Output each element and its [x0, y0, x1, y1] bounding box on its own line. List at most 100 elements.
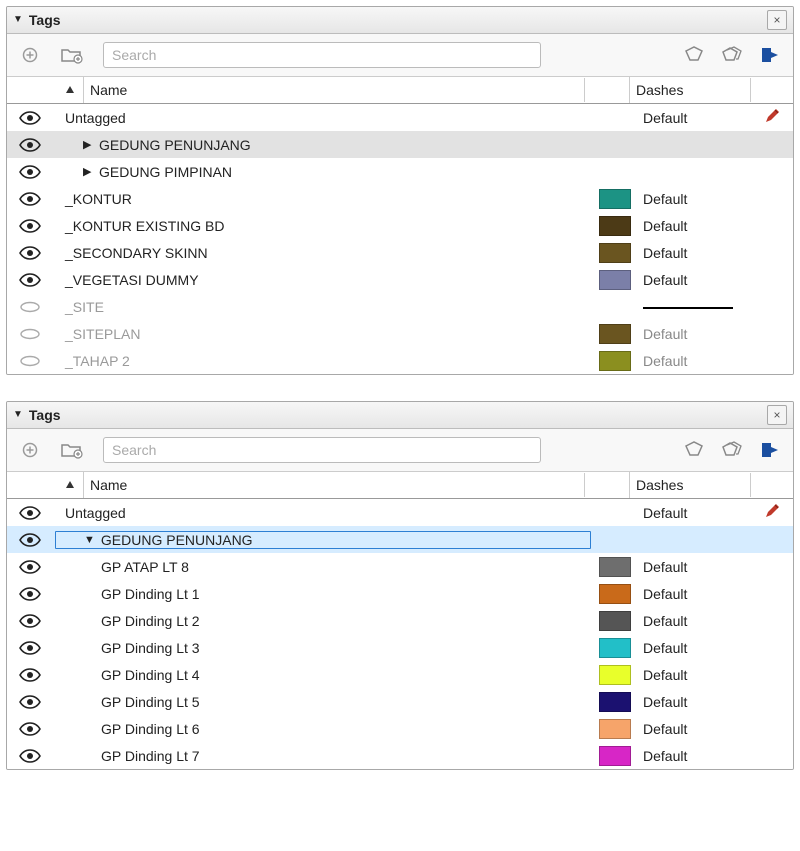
tag-name-cell[interactable]: GP Dinding Lt 1 [53, 586, 593, 602]
dashes-cell[interactable]: Default [637, 748, 751, 764]
tag-name-cell[interactable]: GP Dinding Lt 5 [53, 694, 593, 710]
close-button[interactable]: × [767, 405, 787, 425]
color-swatch-cell[interactable] [593, 665, 637, 685]
tag-name-cell[interactable]: ▼GEDUNG PENUNJANG [55, 531, 591, 549]
dashes-cell[interactable]: Default [637, 559, 751, 575]
dashes-cell[interactable]: Default [637, 353, 751, 369]
header-swatch[interactable] [585, 77, 630, 103]
dashes-cell[interactable]: Default [637, 640, 751, 656]
color-swatch[interactable] [599, 638, 631, 658]
color-swatch-cell[interactable] [593, 243, 637, 263]
tag-name-cell[interactable]: GP ATAP LT 8 [53, 559, 593, 575]
color-swatch-cell[interactable] [593, 638, 637, 658]
tag-name-cell[interactable]: GP Dinding Lt 4 [53, 667, 593, 683]
visibility-on-icon[interactable] [7, 219, 53, 233]
visibility-on-icon[interactable] [7, 695, 53, 709]
tag-name-cell[interactable]: _TAHAP 2 [53, 353, 593, 369]
sort-indicator[interactable] [7, 77, 84, 103]
visibility-off-icon[interactable] [7, 328, 53, 340]
details-pane-icon[interactable] [759, 439, 781, 461]
visibility-on-icon[interactable] [7, 246, 53, 260]
dashes-cell[interactable] [637, 305, 751, 309]
tag-label-icon[interactable] [683, 44, 705, 66]
color-swatch[interactable] [599, 189, 631, 209]
color-swatch[interactable] [599, 557, 631, 577]
visibility-on-icon[interactable] [7, 273, 53, 287]
tag-row[interactable]: GP Dinding Lt 1Default [7, 580, 793, 607]
color-swatch[interactable] [599, 243, 631, 263]
tag-name-cell[interactable]: Untagged [53, 505, 593, 521]
color-swatch-cell[interactable] [593, 611, 637, 631]
tags-multi-icon[interactable] [721, 439, 743, 461]
tag-row[interactable]: GP Dinding Lt 5 Default [7, 688, 793, 715]
dashes-cell[interactable]: Default [637, 613, 751, 629]
dashes-cell[interactable]: Default [637, 326, 751, 342]
tag-name-cell[interactable]: GP Dinding Lt 3 [53, 640, 593, 656]
color-swatch[interactable] [599, 584, 631, 604]
tag-label-icon[interactable] [683, 439, 705, 461]
color-swatch-cell[interactable] [593, 216, 637, 236]
color-swatch-cell[interactable] [593, 719, 637, 739]
color-swatch-cell[interactable] [593, 270, 637, 290]
add-tag-icon[interactable] [19, 439, 41, 461]
color-swatch-cell[interactable] [593, 584, 637, 604]
tag-row[interactable]: GP Dinding Lt 3 Default [7, 634, 793, 661]
tag-row[interactable]: _TAHAP 2 Default [7, 347, 793, 374]
header-swatch[interactable] [585, 472, 630, 498]
dashes-cell[interactable]: Default [637, 218, 751, 234]
tag-name-cell[interactable]: _SECONDARY SKINN [53, 245, 593, 261]
dashes-cell[interactable]: Default [637, 110, 751, 126]
tag-row[interactable]: _SITE [7, 293, 793, 320]
pencil-icon[interactable] [763, 107, 781, 128]
visibility-on-icon[interactable] [7, 111, 53, 125]
tag-row[interactable]: Untagged Default [7, 499, 793, 526]
tag-name-cell[interactable]: _KONTUR [53, 191, 593, 207]
visibility-on-icon[interactable] [7, 165, 53, 179]
tag-name-cell[interactable]: Untagged [53, 110, 593, 126]
header-name[interactable]: Name [84, 78, 585, 102]
tag-row[interactable]: GP Dinding Lt 4 Default [7, 661, 793, 688]
color-swatch[interactable] [599, 611, 631, 631]
visibility-on-icon[interactable] [7, 506, 53, 520]
titlebar[interactable]: ▼ Tags × [7, 7, 793, 34]
tag-row[interactable]: GP Dinding Lt 2 Default [7, 607, 793, 634]
tag-row[interactable]: ▶GEDUNG PENUNJANG [7, 131, 793, 158]
dashes-cell[interactable]: Default [637, 694, 751, 710]
expander-closed-icon[interactable]: ▶ [83, 138, 93, 151]
tag-row[interactable]: GP ATAP LT 8 Default [7, 553, 793, 580]
color-swatch[interactable] [599, 324, 631, 344]
color-swatch-cell[interactable] [593, 692, 637, 712]
color-swatch[interactable] [599, 216, 631, 236]
tag-name-cell[interactable]: _KONTUR EXISTING BD [53, 218, 593, 234]
dashes-cell[interactable]: Default [637, 191, 751, 207]
dashes-cell[interactable]: Default [637, 667, 751, 683]
dashes-cell[interactable]: Default [637, 272, 751, 288]
color-swatch-cell[interactable] [593, 746, 637, 766]
tag-row[interactable]: ▼GEDUNG PENUNJANG [7, 526, 793, 553]
dashes-cell[interactable]: Default [637, 505, 751, 521]
tag-row[interactable]: _VEGETASI DUMMY Default [7, 266, 793, 293]
edit-cell[interactable] [751, 502, 793, 523]
add-folder-icon[interactable] [61, 439, 83, 461]
add-folder-icon[interactable] [61, 44, 83, 66]
color-swatch-cell[interactable] [593, 189, 637, 209]
tag-row[interactable]: ▶GEDUNG PIMPINAN [7, 158, 793, 185]
tag-name-cell[interactable]: GP Dinding Lt 2 [53, 613, 593, 629]
visibility-off-icon[interactable] [7, 301, 53, 313]
tag-name-cell[interactable]: _SITE [53, 299, 593, 315]
color-swatch-cell[interactable] [593, 324, 637, 344]
tag-row[interactable]: Untagged Default [7, 104, 793, 131]
tag-name-cell[interactable]: _VEGETASI DUMMY [53, 272, 593, 288]
visibility-on-icon[interactable] [7, 533, 53, 547]
tag-name-cell[interactable]: ▶GEDUNG PENUNJANG [53, 137, 593, 153]
search-input[interactable] [103, 42, 541, 68]
dashes-cell[interactable]: Default [637, 245, 751, 261]
visibility-on-icon[interactable] [7, 641, 53, 655]
tags-multi-icon[interactable] [721, 44, 743, 66]
color-swatch[interactable] [599, 746, 631, 766]
visibility-on-icon[interactable] [7, 614, 53, 628]
visibility-on-icon[interactable] [7, 587, 53, 601]
color-swatch[interactable] [599, 351, 631, 371]
search-input[interactable] [103, 437, 541, 463]
tag-row[interactable]: _KONTUR Default [7, 185, 793, 212]
